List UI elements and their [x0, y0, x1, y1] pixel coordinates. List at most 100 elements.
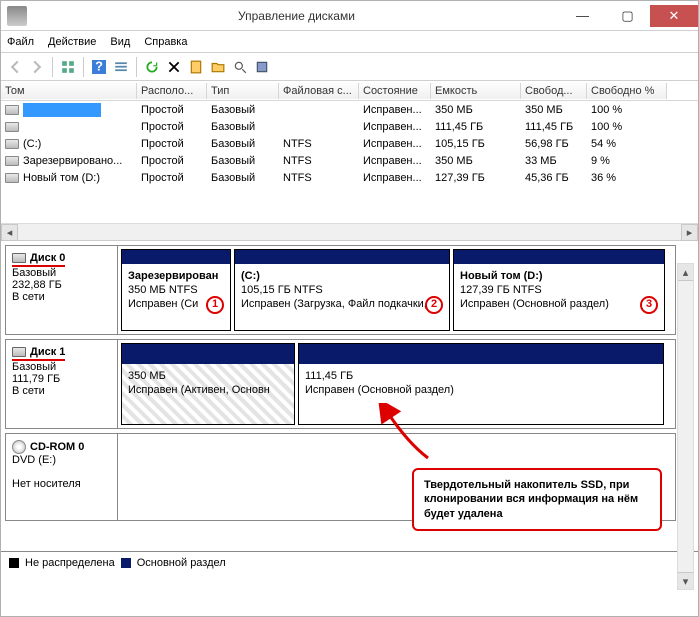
menu-file[interactable]: Файл: [7, 36, 34, 48]
cell-name: (C:): [1, 137, 137, 151]
annotation-badge: 3: [640, 296, 658, 314]
cell-type: Базовый: [207, 120, 279, 134]
col-cap[interactable]: Емкость: [431, 83, 521, 99]
disk-name: Диск 0: [12, 252, 65, 267]
volume-icon: [5, 105, 19, 115]
annotation-badge: 2: [425, 296, 443, 314]
partition-size: 105,15 ГБ NTFS: [241, 284, 443, 298]
cell-state: Исправен...: [359, 171, 431, 185]
partition-state: Исправен (Активен, Основн: [128, 384, 288, 398]
disk-size: 111,79 ГБ: [12, 373, 111, 385]
minimize-button[interactable]: —: [560, 5, 605, 27]
partition[interactable]: 350 МБ Исправен (Активен, Основн: [121, 343, 295, 425]
cell-layout: Простой: [137, 103, 207, 117]
partition-container: Зарезервирован 350 МБ NTFS Исправен (Си …: [118, 246, 675, 334]
partition[interactable]: (C:) 105,15 ГБ NTFS Исправен (Загрузка, …: [234, 249, 450, 331]
cell-fs: NTFS: [279, 171, 359, 185]
cell-name: Зарезервировано...: [1, 154, 137, 168]
partition-bar: [235, 250, 449, 264]
partition[interactable]: 111,45 ГБ Исправен (Основной раздел): [298, 343, 664, 425]
col-pct[interactable]: Свободно %: [587, 83, 667, 99]
help-button[interactable]: ?: [89, 57, 109, 77]
menu-view[interactable]: Вид: [110, 36, 130, 48]
table-row[interactable]: Новый том (D:)ПростойБазовыйNTFSИсправен…: [1, 169, 698, 186]
cell-pct: 9 %: [587, 154, 667, 168]
cell-name: [1, 102, 137, 118]
col-free[interactable]: Свобод...: [521, 83, 587, 99]
cell-fs: [279, 126, 359, 128]
close-button[interactable]: ✕: [650, 5, 698, 27]
partition-title: Новый том (D:): [460, 270, 658, 284]
folder-button[interactable]: [208, 57, 228, 77]
callout-arrow-icon: [378, 403, 438, 463]
table-row[interactable]: ПростойБазовыйИсправен...350 МБ350 МБ100…: [1, 101, 698, 118]
partition-size: 350 МБ NTFS: [128, 284, 224, 298]
disk-map: Диск 0 Базовый 232,88 ГБ В сети Зарезерв…: [1, 241, 698, 573]
disk-status: Нет носителя: [12, 478, 111, 490]
cell-fs: [279, 109, 359, 111]
window-title: Управление дисками: [33, 9, 560, 23]
scroll-up-icon[interactable]: ▴: [678, 264, 693, 281]
search-button[interactable]: [230, 57, 250, 77]
forward-button[interactable]: [27, 57, 47, 77]
disk-block[interactable]: Диск 1 Базовый 111,79 ГБ В сети 350 МБ И…: [5, 339, 676, 429]
list-button[interactable]: [111, 57, 131, 77]
partition-state: Исправен (Основной раздел): [460, 298, 658, 312]
cell-fs: NTFS: [279, 137, 359, 151]
cell-cap: 350 МБ: [431, 103, 521, 117]
cell-cap: 127,39 ГБ: [431, 171, 521, 185]
table-row[interactable]: ПростойБазовыйИсправен...111,45 ГБ111,45…: [1, 118, 698, 135]
app-icon: [7, 6, 27, 26]
cell-layout: Простой: [137, 171, 207, 185]
volume-icon: [5, 122, 19, 132]
cell-type: Базовый: [207, 103, 279, 117]
grid-view-button[interactable]: [58, 57, 78, 77]
refresh-button[interactable]: [142, 57, 162, 77]
scroll-left-icon[interactable]: ◂: [1, 224, 18, 241]
volume-icon: [5, 173, 19, 183]
col-layout[interactable]: Располо...: [137, 83, 207, 99]
properties-button[interactable]: [186, 57, 206, 77]
cell-pct: 36 %: [587, 171, 667, 185]
cell-cap: 350 МБ: [431, 154, 521, 168]
cell-pct: 100 %: [587, 120, 667, 134]
back-button[interactable]: [5, 57, 25, 77]
cell-free: 45,36 ГБ: [521, 171, 587, 185]
table-row[interactable]: Зарезервировано...ПростойБазовыйNTFSИспр…: [1, 152, 698, 169]
menu-action[interactable]: Действие: [48, 36, 96, 48]
disk-type: Базовый: [12, 361, 111, 373]
col-state[interactable]: Состояние: [359, 83, 431, 99]
menu-bar: Файл Действие Вид Справка: [1, 31, 698, 53]
partition[interactable]: Зарезервирован 350 МБ NTFS Исправен (Си …: [121, 249, 231, 331]
delete-button[interactable]: [164, 57, 184, 77]
v-scrollbar[interactable]: ▴ ▾: [677, 263, 694, 590]
col-type[interactable]: Тип: [207, 83, 279, 99]
disk-info: Диск 0 Базовый 232,88 ГБ В сети: [6, 246, 118, 334]
table-row[interactable]: (C:)ПростойБазовыйNTFSИсправен...105,15 …: [1, 135, 698, 152]
volume-list: Том Располо... Тип Файловая с... Состоян…: [1, 81, 698, 241]
annotation-badge: 1: [206, 296, 224, 314]
scroll-right-icon[interactable]: ▸: [681, 224, 698, 241]
settings-button[interactable]: [252, 57, 272, 77]
col-tom[interactable]: Том: [1, 83, 137, 99]
disk-status: В сети: [12, 291, 111, 303]
table-header: Том Располо... Тип Файловая с... Состоян…: [1, 81, 698, 101]
cell-pct: 54 %: [587, 137, 667, 151]
scroll-down-icon[interactable]: ▾: [678, 572, 693, 589]
legend-primary: Основной раздел: [137, 557, 226, 569]
legend-swatch-unallocated: [9, 558, 19, 568]
disk-name: Диск 1: [12, 346, 65, 361]
partition-title: Зарезервирован: [128, 270, 224, 284]
menu-help[interactable]: Справка: [144, 36, 187, 48]
partition-size: 127,39 ГБ NTFS: [460, 284, 658, 298]
col-fs[interactable]: Файловая с...: [279, 83, 359, 99]
maximize-button[interactable]: ▢: [605, 5, 650, 27]
disk-block[interactable]: Диск 0 Базовый 232,88 ГБ В сети Зарезерв…: [5, 245, 676, 335]
cell-state: Исправен...: [359, 120, 431, 134]
partition[interactable]: Новый том (D:) 127,39 ГБ NTFS Исправен (…: [453, 249, 665, 331]
cell-name: [1, 121, 137, 133]
disk-name: CD-ROM 0: [12, 440, 111, 454]
disk-icon: [12, 253, 26, 263]
h-scrollbar[interactable]: ◂ ▸: [1, 223, 698, 240]
disk-status: В сети: [12, 385, 111, 397]
